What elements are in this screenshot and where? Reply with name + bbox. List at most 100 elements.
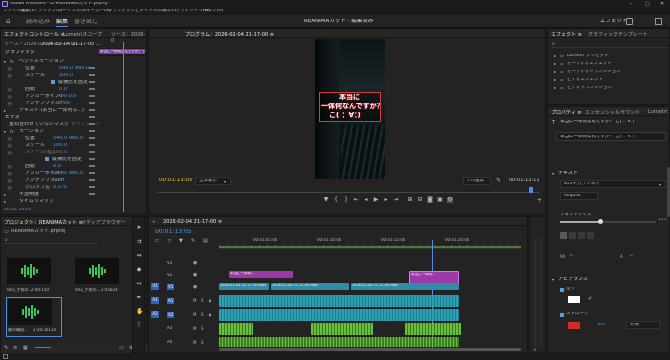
program-scrubber[interactable]: [157, 187, 540, 193]
fx-icon[interactable]: fx: [10, 129, 14, 134]
stopwatch-icon[interactable]: ◷: [8, 66, 12, 71]
fx-icon[interactable]: fx: [10, 59, 14, 64]
ec-row[interactable]: ◷ 回転 0.0: [1, 163, 99, 170]
ec-playhead[interactable]: [123, 42, 124, 212]
stopwatch-icon[interactable]: ◷: [8, 136, 12, 141]
tab-program[interactable]: プログラム：2026-02-04 21-17-00 ≡: [185, 31, 274, 38]
style-dropdown[interactable]: Regular: [560, 192, 598, 200]
stopwatch-icon[interactable]: ◷: [8, 143, 12, 148]
effect-folder[interactable]: ▸ ▭ Lumetri プリセット: [551, 53, 667, 60]
ec-row-value[interactable]: 100.0: [53, 143, 67, 148]
stroke-width-value[interactable]: 8.0: [598, 323, 605, 328]
ec-row-value[interactable]: 100.0: [53, 150, 67, 155]
step-forward-icon[interactable]: ▸: [383, 197, 389, 203]
ec-row-value[interactable]: 100.0: [59, 73, 73, 78]
fill-color-swatch[interactable]: [568, 296, 580, 303]
workspace-menu-label[interactable]: エフェクト: [600, 19, 628, 25]
stroke-checkbox[interactable]: [560, 313, 564, 317]
solo-button[interactable]: S: [201, 312, 204, 317]
mute-button[interactable]: M: [193, 312, 196, 317]
menu-sequence[interactable]: シーケンス(S): [58, 9, 87, 14]
ec-row[interactable]: 重ね合わせていないマスク すべてクリア: [1, 121, 100, 128]
solo-button[interactable]: S: [201, 326, 204, 331]
effects-search[interactable]: ⌕: [551, 41, 667, 48]
search-field[interactable]: ⌕: [4, 237, 99, 244]
project-item[interactable]: 003_手前の... 2:40:150: [7, 258, 51, 298]
go-to-out-icon[interactable]: ⇥: [393, 197, 399, 203]
ec-row[interactable]: ビデオ: [1, 114, 99, 121]
stroke-position-dropdown[interactable]: 外側: [626, 321, 660, 329]
wrench-icon[interactable]: ✎: [496, 177, 501, 184]
effect-folder[interactable]: ▸ ▭ ビデオトランジション: [551, 85, 667, 92]
tab-import[interactable]: 読み込み: [26, 19, 50, 25]
clip-a1[interactable]: [219, 295, 459, 307]
wrench-icon[interactable]: ✎: [191, 238, 195, 244]
minimize-button[interactable]: –: [630, 1, 638, 7]
tab-lumetri[interactable]: Lumetri: [648, 109, 667, 115]
tab-graphics-templates[interactable]: グラフィックテンプレート: [588, 31, 648, 38]
track-area[interactable]: 本当に一体何... 本当に一体何... 2026-02-04 21-17-00.…: [219, 251, 521, 351]
checkbox[interactable]: [45, 157, 49, 161]
menu-view[interactable]: 表示(V): [163, 9, 179, 14]
clip-v1[interactable]: 2026-02-04 21-17-00.mp4: [271, 283, 349, 290]
ec-row-value[interactable]: 0.00: [53, 178, 64, 183]
tab-media-browser[interactable]: メディアブラウザー: [81, 219, 126, 226]
ec-row[interactable]: 縦横比を固定: [1, 79, 99, 86]
stopwatch-icon[interactable]: ◷: [8, 164, 12, 169]
marker-add-icon[interactable]: ▼: [179, 238, 183, 244]
project-item-selected[interactable]: 最の構成... 2:30:30110: [6, 297, 62, 337]
ec-row[interactable]: ◷ アンチフリッカー 0.00: [1, 177, 99, 184]
hand-tool-icon[interactable]: ✋: [136, 309, 143, 315]
home-icon[interactable]: ⌂: [6, 18, 13, 25]
mic-icon[interactable]: ◖: [209, 312, 211, 317]
list-view-icon[interactable]: ≡: [13, 345, 17, 351]
ec-row[interactable]: ◷ 位置 540.0 960.0: [1, 135, 99, 142]
ec-bottom-timecode[interactable]: 00:01:13:05: [4, 208, 31, 213]
checkbox[interactable]: [51, 80, 55, 84]
eye-icon[interactable]: ◉: [193, 272, 197, 278]
menu-graphics[interactable]: グラフィックとタイトル(G): [108, 9, 164, 14]
new-bin-icon[interactable]: ▭: [119, 345, 124, 351]
timeline-ruler[interactable]: 00:01:05:00 00:01:10:00 00:01:15:00 00:0…: [219, 236, 521, 249]
ec-row-value[interactable]: 0.0 0.0: [59, 94, 77, 99]
ec-row-value[interactable]: 0.0: [59, 87, 67, 92]
program-timecode[interactable]: 00:01:13:05: [159, 178, 193, 184]
tab-properties[interactable]: プロパティ ≡: [551, 109, 581, 116]
clip-a3[interactable]: [219, 323, 253, 335]
mute-button[interactable]: M: [193, 326, 196, 331]
effect-folder[interactable]: ▸ ▭ オーディオトランジション: [551, 69, 667, 76]
slip-tool-icon[interactable]: ↔: [136, 281, 142, 287]
stopwatch-icon[interactable]: ◷: [8, 94, 12, 99]
snap-icon[interactable]: ⊂: [155, 238, 159, 244]
solo-button[interactable]: S: [534, 348, 536, 352]
scroll-thumb[interactable]: [219, 348, 521, 351]
step-back-icon[interactable]: ◂: [363, 197, 369, 203]
clip-v2[interactable]: 本当に一体何...: [229, 271, 293, 278]
marker-icon[interactable]: ▼: [323, 197, 329, 203]
chevron-down-icon[interactable]: ▾: [552, 277, 554, 282]
stopwatch-icon[interactable]: ◷: [8, 185, 12, 190]
zoom-slider[interactable]: [35, 347, 51, 348]
leading-value[interactable]: 0: [630, 254, 633, 259]
mute-button[interactable]: M: [193, 298, 196, 303]
clip-a2[interactable]: [219, 309, 459, 321]
camera-icon[interactable]: ◙: [427, 197, 433, 203]
font-size-slider[interactable]: [560, 219, 656, 224]
ec-mini-timeline[interactable]: 本当に一体何なんですか？ (：∀：): [99, 42, 155, 212]
maximize-button[interactable]: ▢: [645, 1, 653, 7]
go-to-in-icon[interactable]: ⇤: [353, 197, 359, 203]
stopwatch-icon[interactable]: ◷: [8, 73, 12, 78]
ripple-edit-icon[interactable]: ⇹: [136, 253, 142, 259]
align-center-icon[interactable]: [569, 232, 576, 239]
ec-row[interactable]: ◷ クロップ左 0.0 %: [1, 184, 99, 191]
clip-v1[interactable]: 2026-02-04 21-17-00.mp4: [351, 283, 459, 290]
tab-effect-controls[interactable]: エフェクトコントロール ≡: [4, 31, 65, 38]
solo-button[interactable]: S: [201, 298, 204, 303]
close-button[interactable]: ✕: [660, 1, 668, 7]
eyedropper-icon[interactable]: ✐: [588, 296, 592, 302]
linked-icon[interactable]: ⊃: [167, 238, 171, 244]
ec-row[interactable]: ◷ アンカーポイント 540.0 960.0: [1, 170, 99, 177]
font-size-value[interactable]: 125: [658, 218, 667, 223]
ec-row-value[interactable]: すべてクリア: [71, 122, 100, 127]
solo-button[interactable]: S: [201, 340, 204, 345]
